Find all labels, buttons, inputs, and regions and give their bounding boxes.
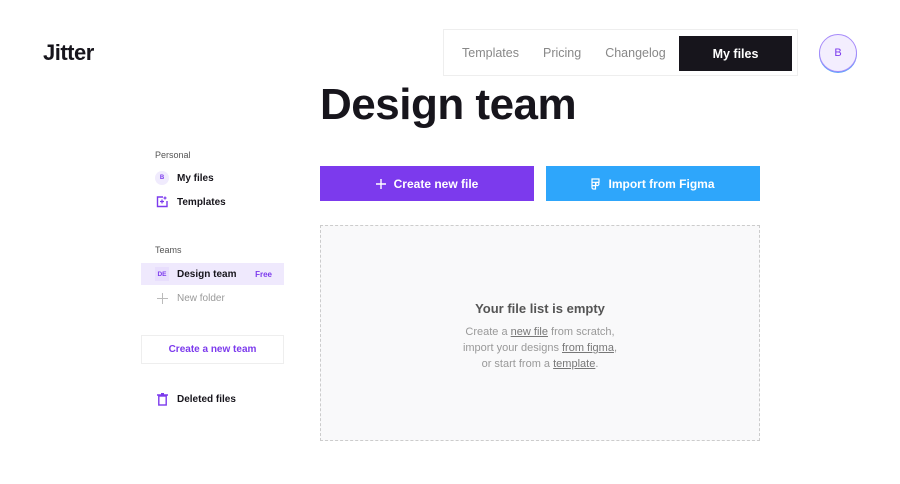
text: Create a (465, 326, 511, 338)
user-badge: B (155, 171, 169, 185)
empty-description: Create a new file from scratch, import y… (321, 324, 759, 372)
my-files-button[interactable]: My files (679, 36, 792, 71)
page-title: Design team (320, 80, 577, 129)
plus-icon (155, 291, 169, 305)
text: , (613, 342, 618, 354)
section-teams: Teams (155, 245, 182, 255)
nav-templates[interactable]: Templates (462, 46, 519, 60)
text: or start from a (481, 358, 554, 370)
create-label: Create new file (393, 176, 479, 191)
nav-changelog[interactable]: Changelog (605, 46, 665, 60)
new-folder-button[interactable]: New folder (141, 287, 284, 309)
logo[interactable]: Jitter (43, 40, 94, 66)
new-folder-label: New folder (177, 292, 225, 304)
template-link[interactable]: template (553, 358, 595, 370)
text: import your designs (462, 342, 562, 354)
plan-badge: Free (255, 269, 272, 279)
empty-file-list: Your file list is empty Create a new fil… (320, 225, 760, 441)
from-figma-link[interactable]: from figma (562, 342, 614, 354)
import-label: Import from Figma (608, 176, 715, 191)
new-file-link[interactable]: new file (511, 326, 548, 338)
top-nav: Templates Pricing Changelog My files (443, 29, 798, 76)
sidebar-item-design-team[interactable]: DE Design team Free (141, 263, 284, 285)
plus-icon (375, 178, 386, 189)
sidebar-item-label: Design team (177, 268, 237, 280)
sidebar-item-templates[interactable]: Templates (141, 191, 284, 213)
import-figma-button[interactable]: Import from Figma (546, 166, 760, 201)
create-new-file-button[interactable]: Create new file (320, 166, 534, 201)
sidebar-item-label: My files (177, 172, 214, 184)
empty-title: Your file list is empty (475, 301, 605, 316)
avatar[interactable]: B (819, 34, 857, 72)
team-badge: DE (155, 267, 169, 281)
text: from scratch, (547, 326, 615, 338)
nav-pricing[interactable]: Pricing (543, 46, 581, 60)
sidebar-item-deleted-files[interactable]: Deleted files (141, 388, 284, 410)
sidebar-item-label: Templates (177, 196, 226, 208)
figma-icon (591, 177, 601, 190)
section-personal: Personal (155, 150, 191, 160)
trash-icon (155, 392, 169, 406)
create-team-button[interactable]: Create a new team (141, 335, 284, 364)
sidebar-item-label: Deleted files (177, 393, 236, 405)
sidebar-item-my-files[interactable]: B My files (141, 167, 284, 189)
text: . (595, 358, 599, 370)
template-icon (155, 195, 169, 209)
